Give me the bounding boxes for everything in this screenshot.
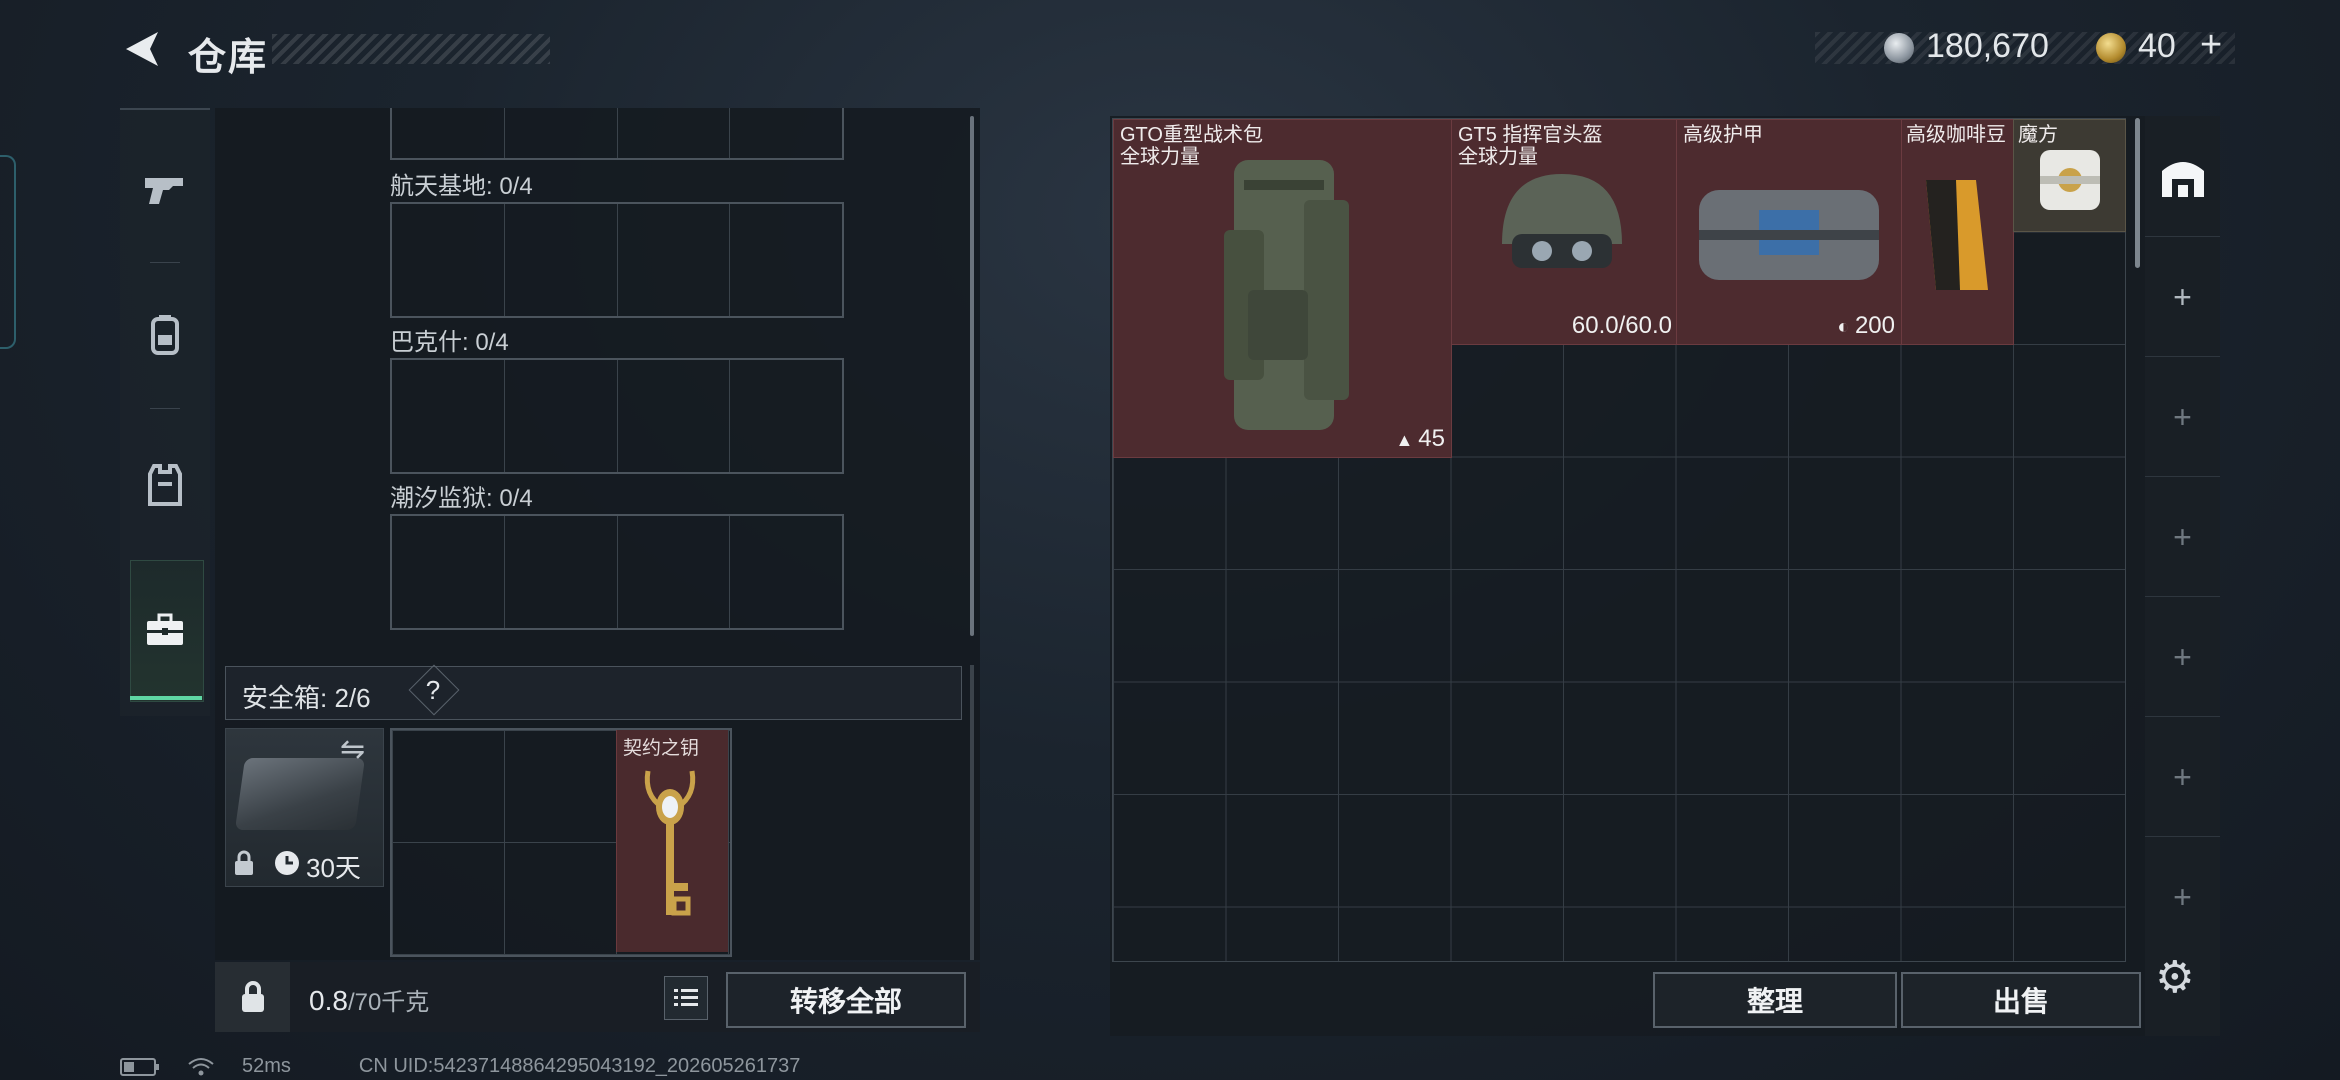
help-question-mark[interactable]: ? — [424, 675, 442, 706]
silver-coin-icon — [1884, 33, 1914, 63]
wifi-icon — [188, 1057, 214, 1075]
add-tab-button[interactable]: + — [2145, 236, 2220, 357]
currency-secondary-amount: 40 — [2138, 27, 2176, 65]
weight-max: /70千克 — [347, 989, 430, 1016]
backpack-image — [1224, 160, 1349, 430]
category-active-indicator — [130, 696, 202, 700]
coffee-bag-image — [1926, 180, 1988, 290]
sort-button[interactable]: 整理 — [1653, 972, 1897, 1028]
weight-current: 0.8 — [309, 985, 348, 1016]
backpack-icon[interactable] — [120, 280, 210, 390]
pistol-icon[interactable] — [120, 136, 210, 246]
vest-icon[interactable] — [120, 430, 210, 540]
page-title: 仓库 — [188, 37, 269, 79]
item-subname: 全球力量 — [1120, 146, 1200, 168]
container-label: 巴克什: 0/4 — [390, 329, 509, 356]
container-scrollbar[interactable] — [970, 116, 974, 636]
stash-item-cube[interactable]: 魔方 — [2013, 119, 2126, 232]
secure-case-duration: 30天 — [306, 853, 361, 883]
helmet-image — [1502, 174, 1622, 268]
container-slots[interactable] — [390, 514, 844, 630]
item-stat: ▲ 45 — [1395, 425, 1445, 453]
clock-icon — [275, 851, 299, 875]
item-stat: ◐ 200 — [1837, 312, 1895, 340]
transfer-all-button[interactable]: 转移全部 — [726, 972, 966, 1028]
weight-readout: 0.8/70千克 — [309, 982, 429, 1017]
item-name: 高级咖啡豆 — [1906, 124, 2006, 146]
container-slots-partial[interactable] — [390, 108, 844, 160]
warehouse-icon — [2161, 162, 2204, 197]
add-tab-button[interactable]: + — [2145, 596, 2220, 717]
list-view-button[interactable] — [664, 976, 708, 1020]
title-decoration — [272, 34, 550, 64]
gear-icon[interactable]: ⚙ — [2155, 952, 2194, 1003]
add-tab-button[interactable]: + — [2145, 356, 2220, 477]
back-arrow-icon[interactable] — [118, 28, 164, 70]
item-name: 高级护甲 — [1683, 124, 1763, 146]
side-edge-handle[interactable] — [0, 155, 16, 349]
item-capacity: 45 — [1418, 425, 1445, 452]
secure-scrollbar[interactable] — [970, 665, 974, 960]
currency-primary-amount: 180,670 — [1926, 27, 2049, 65]
rail-divider — [150, 408, 180, 409]
rail-divider — [150, 262, 180, 263]
ping-value: 52ms — [242, 1055, 291, 1077]
secure-box-label: 安全箱: 2/6 — [242, 683, 371, 713]
stash-tab-main[interactable] — [2145, 116, 2220, 236]
armor-image — [1699, 190, 1879, 280]
gold-coin-icon — [2096, 33, 2126, 63]
armor-value: 200 — [1854, 312, 1895, 339]
stash-scrollbar[interactable] — [2135, 118, 2140, 268]
add-tab-button[interactable]: + — [2145, 716, 2220, 837]
lock-icon — [235, 850, 253, 875]
add-tab-button[interactable]: + — [2145, 476, 2220, 597]
container-label: 航天基地: 0/4 — [390, 173, 533, 200]
sell-button[interactable]: 出售 — [1901, 972, 2141, 1028]
swap-icon[interactable]: ⇋ — [340, 732, 365, 767]
add-tab-button[interactable]: + — [2145, 836, 2220, 957]
capacity-icon: ▲ — [1395, 430, 1419, 450]
key-icon — [644, 770, 696, 916]
durability-value: 60.0/60.0 — [1571, 312, 1672, 339]
cube-image — [2040, 150, 2100, 210]
stash-item-backpack[interactable]: GTO重型战术包 全球力量 ▲ 45 — [1113, 119, 1452, 458]
armor-shield-icon: ◐ — [1837, 316, 1855, 338]
status-bar: 52ms CN UID:54237148864295043192_2026052… — [120, 1055, 800, 1078]
add-currency-button[interactable]: + — [2200, 24, 2222, 67]
stash-item-armor[interactable]: 高级护甲 ◐ 200 — [1676, 119, 1902, 345]
stash-item-coffee[interactable]: 高级咖啡豆 — [1901, 119, 2014, 345]
item-name: GT5 指挥官头盔 — [1458, 124, 1603, 146]
case-icon[interactable] — [120, 575, 210, 685]
stash-item-helmet[interactable]: GT5 指挥官头盔 全球力量 60.0/60.0 — [1451, 119, 1677, 345]
user-uid: CN UID:54237148864295043192_202605261737 — [358, 1055, 801, 1077]
item-name: 契约之钥 — [623, 738, 700, 759]
container-slots[interactable] — [390, 202, 844, 318]
container-label: 潮汐监狱: 0/4 — [390, 485, 533, 512]
lock-toggle-button[interactable] — [215, 962, 290, 1032]
container-slots[interactable] — [390, 358, 844, 474]
secure-case-image — [234, 758, 366, 830]
battery-icon — [120, 1057, 159, 1076]
